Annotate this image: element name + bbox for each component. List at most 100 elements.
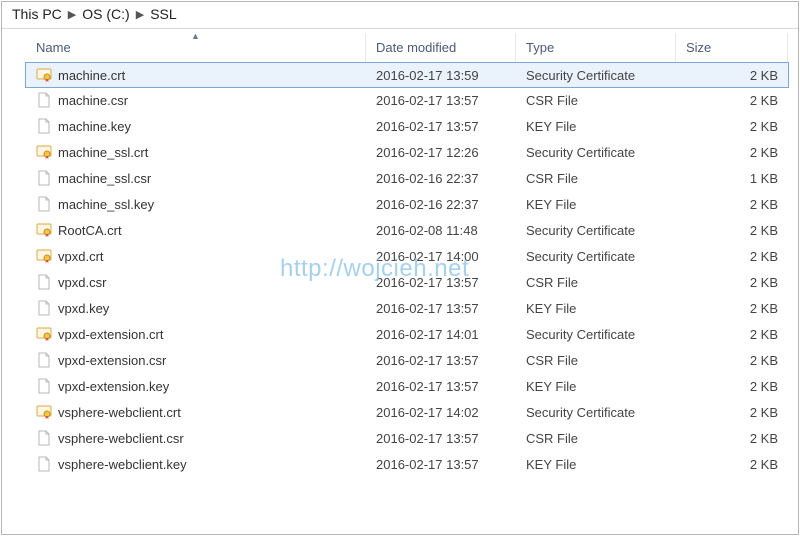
breadcrumb[interactable]: This PC ▶ OS (C:) ▶ SSL <box>2 2 798 29</box>
cell-size: 2 KB <box>676 249 788 264</box>
file-icon <box>36 196 52 212</box>
cell-name[interactable]: vsphere-webclient.key <box>26 456 366 472</box>
cell-date: 2016-02-16 22:37 <box>366 171 516 186</box>
file-name: vsphere-webclient.key <box>58 457 187 472</box>
file-icon <box>36 170 52 186</box>
table-row[interactable]: vsphere-webclient.csr2016-02-17 13:57CSR… <box>26 425 788 451</box>
cell-name[interactable]: machine.key <box>26 118 366 134</box>
column-header-name-label: Name <box>36 40 71 55</box>
cell-name[interactable]: vpxd.csr <box>26 274 366 290</box>
cell-size: 2 KB <box>676 275 788 290</box>
cell-size: 2 KB <box>676 327 788 342</box>
file-name: vpxd.csr <box>58 275 106 290</box>
cell-name[interactable]: vpxd-extension.crt <box>26 326 366 342</box>
file-name: vpxd-extension.crt <box>58 327 164 342</box>
cell-name[interactable]: vpxd.key <box>26 300 366 316</box>
table-row[interactable]: vpxd.crt2016-02-17 14:00Security Certifi… <box>26 243 788 269</box>
cell-type: Security Certificate <box>516 249 676 264</box>
column-header-size[interactable]: Size <box>676 33 788 62</box>
file-name: vpxd.crt <box>58 249 104 264</box>
cell-type: KEY File <box>516 379 676 394</box>
chevron-right-icon: ▶ <box>68 8 76 21</box>
breadcrumb-drive[interactable]: OS (C:) <box>82 6 129 22</box>
cell-name[interactable]: vsphere-webclient.csr <box>26 430 366 446</box>
table-row[interactable]: machine.crt2016-02-17 13:59Security Cert… <box>25 62 789 88</box>
cell-type: CSR File <box>516 353 676 368</box>
breadcrumb-folder[interactable]: SSL <box>150 6 176 22</box>
cell-name[interactable]: machine.csr <box>26 92 366 108</box>
cell-size: 2 KB <box>676 93 788 108</box>
table-row[interactable]: vpxd-extension.crt2016-02-17 14:01Securi… <box>26 321 788 347</box>
file-name: machine.key <box>58 119 131 134</box>
file-icon <box>36 274 52 290</box>
cell-name[interactable]: vpxd.crt <box>26 248 366 264</box>
cell-name[interactable]: machine.crt <box>26 67 366 83</box>
table-row[interactable]: vsphere-webclient.crt 2016-02-17 14:02Sec… <box>26 399 788 425</box>
column-header-date[interactable]: Date modified <box>366 33 516 62</box>
cell-name[interactable]: vpxd-extension.csr <box>26 352 366 368</box>
certificate-icon <box>36 67 52 83</box>
file-name: vsphere-webclient.crt <box>58 405 181 420</box>
file-name: machine.crt <box>58 68 125 83</box>
file-icon <box>36 118 52 134</box>
table-row[interactable]: machine_ssl.key2016-02-16 22:37KEY File2… <box>26 191 788 217</box>
certificate-icon <box>36 222 52 238</box>
cell-name[interactable]: RootCA.crt <box>26 222 366 238</box>
file-icon <box>36 456 52 472</box>
cell-size: 2 KB <box>676 145 788 160</box>
cell-date: 2016-02-17 13:59 <box>366 68 516 83</box>
table-row[interactable]: machine.key2016-02-17 13:57KEY File2 KB <box>26 113 788 139</box>
cell-date: 2016-02-17 13:57 <box>366 457 516 472</box>
file-name: machine_ssl.crt <box>58 145 148 160</box>
column-header-type-label: Type <box>526 40 554 55</box>
file-icon <box>36 92 52 108</box>
table-row[interactable]: vsphere-webclient.key2016-02-17 13:57KEY… <box>26 451 788 477</box>
cell-size: 2 KB <box>676 379 788 394</box>
table-row[interactable]: machine_ssl.csr2016-02-16 22:37CSR File1… <box>26 165 788 191</box>
cell-name[interactable]: vsphere-webclient.crt <box>26 404 366 420</box>
file-icon <box>36 300 52 316</box>
explorer-window: This PC ▶ OS (C:) ▶ SSL ▲ Name Date modi… <box>1 1 799 535</box>
certificate-icon <box>36 404 52 420</box>
cell-date: 2016-02-17 13:57 <box>366 301 516 316</box>
file-rows: machine.crt 2016-02-17 13:59 Security Cert… <box>26 62 788 477</box>
certificate-icon <box>36 248 52 264</box>
table-row[interactable]: machine_ssl.crt2016-02-17 12:26Security … <box>26 139 788 165</box>
cell-size: 2 KB <box>676 223 788 238</box>
table-row[interactable]: RootCA.crt2016-02-08 11:48Security Certi… <box>26 217 788 243</box>
file-icon <box>36 430 52 446</box>
cell-name[interactable]: machine_ssl.key <box>26 196 366 212</box>
cell-size: 2 KB <box>676 431 788 446</box>
table-row[interactable]: vpxd-extension.key 2016-02-17 13:57KEY Fi… <box>26 373 788 399</box>
cell-size: 2 KB <box>676 457 788 472</box>
cell-size: 2 KB <box>676 119 788 134</box>
column-header-name[interactable]: ▲ Name <box>26 33 366 62</box>
column-header-type[interactable]: Type <box>516 33 676 62</box>
cell-name[interactable]: machine_ssl.csr <box>26 170 366 186</box>
cell-date: 2016-02-17 14:02 <box>366 405 516 420</box>
file-list-area: ▲ Name Date modified Type Size machine.c… <box>2 29 798 477</box>
column-header-date-label: Date modified <box>376 40 456 55</box>
cell-date: 2016-02-17 14:01 <box>366 327 516 342</box>
cell-name[interactable]: vpxd-extension.key <box>26 378 366 394</box>
file-name: vsphere-webclient.csr <box>58 431 184 446</box>
table-row[interactable]: vpxd-extension.csr2016-02-17 13:57CSR Fi… <box>26 347 788 373</box>
cell-type: KEY File <box>516 301 676 316</box>
column-header-size-label: Size <box>686 40 711 55</box>
table-row[interactable]: machine.csr2016-02-17 13:57CSR File2 KB <box>26 87 788 113</box>
cell-date: 2016-02-17 13:57 <box>366 379 516 394</box>
cell-size: 2 KB <box>676 301 788 316</box>
cell-size: 2 KB <box>676 353 788 368</box>
table-row[interactable]: vpxd.key2016-02-17 13:57KEY File2 KB <box>26 295 788 321</box>
cell-name[interactable]: machine_ssl.crt <box>26 144 366 160</box>
file-icon <box>36 378 52 394</box>
cell-type: CSR File <box>516 171 676 186</box>
file-name: vpxd-extension.key <box>58 379 169 394</box>
table-row[interactable]: vpxd.csr2016-02-17 13:57CSR File2 KB <box>26 269 788 295</box>
certificate-icon <box>36 326 52 342</box>
cell-date: 2016-02-17 13:57 <box>366 119 516 134</box>
breadcrumb-root[interactable]: This PC <box>12 6 62 22</box>
cell-date: 2016-02-17 13:57 <box>366 275 516 290</box>
cell-date: 2016-02-08 11:48 <box>366 223 516 238</box>
cell-type: Security Certificate <box>516 405 676 420</box>
